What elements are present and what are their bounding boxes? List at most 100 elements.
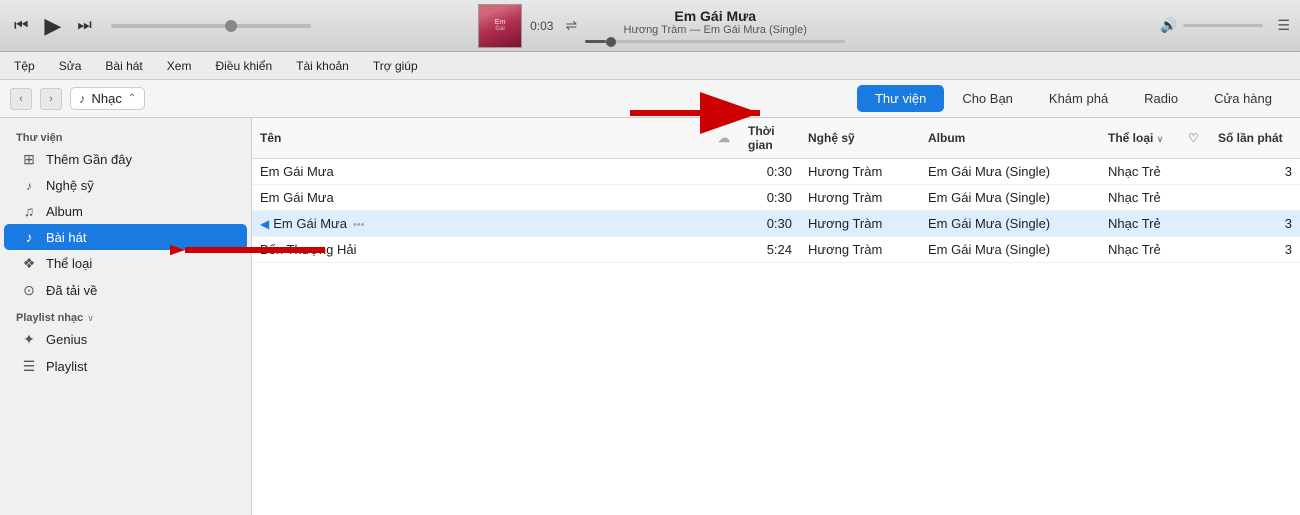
cell-cloud bbox=[710, 237, 740, 263]
library-section-title: Thư viện bbox=[0, 126, 251, 146]
track-time: 0:03 bbox=[530, 19, 553, 33]
tab-cua-hang[interactable]: Cửa hàng bbox=[1196, 85, 1290, 112]
album-art: Em Gái bbox=[478, 4, 522, 48]
sidebar-item-label: Bài hát bbox=[46, 230, 86, 245]
table-row[interactable]: Em Gái Mưa0:30Hương TràmEm Gái Mưa (Sing… bbox=[252, 159, 1300, 185]
content-area: Tên ☁ Thời gian Nghệ sỹ Album Thể loại ∨… bbox=[252, 118, 1300, 515]
genius-icon: ✦ bbox=[20, 331, 38, 348]
cell-genre: Nhạc Trẻ bbox=[1100, 159, 1180, 185]
menu-edit[interactable]: Sửa bbox=[55, 57, 86, 75]
cell-heart bbox=[1180, 185, 1210, 211]
back-button[interactable]: ‹ bbox=[10, 88, 32, 110]
cell-name: Em Gái Mưa bbox=[252, 159, 710, 185]
genre-sort-icon: ∨ bbox=[1157, 134, 1164, 144]
menu-account[interactable]: Tài khoản bbox=[292, 57, 353, 75]
table-row[interactable]: Bến Thượng Hải5:24Hương TràmEm Gái Mưa (… bbox=[252, 237, 1300, 263]
playlist-icon: ☰ bbox=[20, 358, 38, 375]
header-heart[interactable]: ♡ bbox=[1180, 118, 1210, 159]
menu-controls[interactable]: Điều khiển bbox=[211, 57, 276, 75]
shuffle-icon[interactable]: ⇌ bbox=[565, 17, 577, 34]
next-button[interactable]: ⏭ bbox=[73, 13, 95, 39]
list-icon[interactable]: ☰ bbox=[1277, 17, 1290, 34]
sidebar-item-nghe-si[interactable]: ♪ Nghệ sỹ bbox=[4, 173, 247, 198]
volume-bar[interactable] bbox=[1183, 24, 1263, 27]
music-selector[interactable]: ♪ Nhạc ⌃ bbox=[70, 87, 145, 110]
forward-icon: › bbox=[49, 93, 53, 105]
table-row[interactable]: ◀Em Gái Mưa•••0:30Hương TràmEm Gái Mưa (… bbox=[252, 211, 1300, 237]
cell-time: 0:30 bbox=[740, 211, 800, 237]
song-progress-bar[interactable] bbox=[585, 40, 845, 43]
table-row[interactable]: Em Gái Mưa0:30Hương TràmEm Gái Mưa (Sing… bbox=[252, 185, 1300, 211]
header-time[interactable]: Thời gian bbox=[740, 118, 800, 159]
album-icon: ♫ bbox=[20, 203, 38, 219]
cell-artist: Hương Tràm bbox=[800, 159, 920, 185]
cell-name: Bến Thượng Hải bbox=[252, 237, 710, 263]
sidebar-item-da-tai-ve[interactable]: ⊙ Đã tải về bbox=[4, 277, 247, 304]
cell-artist: Hương Tràm bbox=[800, 237, 920, 263]
prev-button[interactable]: ⏮ bbox=[10, 13, 32, 39]
header-name[interactable]: Tên bbox=[252, 118, 710, 159]
header-artist[interactable]: Nghệ sỹ bbox=[800, 118, 920, 159]
header-album[interactable]: Album bbox=[920, 118, 1100, 159]
menu-help[interactable]: Trợ giúp bbox=[369, 57, 422, 75]
cell-album: Em Gái Mưa (Single) bbox=[920, 159, 1100, 185]
nav-bar: ‹ › ♪ Nhạc ⌃ Thư viện Cho Bạn Khám phá R… bbox=[0, 80, 1300, 118]
cell-artist: Hương Tràm bbox=[800, 211, 920, 237]
downloaded-icon: ⊙ bbox=[20, 282, 38, 299]
song-icon: ♪ bbox=[20, 229, 38, 245]
cell-artist: Hương Tràm bbox=[800, 185, 920, 211]
sidebar-item-the-loai[interactable]: ❖ Thể loại bbox=[4, 250, 247, 277]
cell-heart bbox=[1180, 159, 1210, 185]
sidebar-item-label: Thể loại bbox=[46, 256, 92, 271]
now-playing-title: Em Gái Mưa bbox=[674, 8, 756, 24]
sidebar: Thư viện ⊞ Thêm Gần đây ♪ Nghệ sỹ ♫ Albu… bbox=[0, 118, 252, 515]
header-cloud: ☁ bbox=[710, 118, 740, 159]
menu-bar: Tệp Sửa Bài hát Xem Điều khiển Tài khoản… bbox=[0, 52, 1300, 80]
sidebar-item-genius[interactable]: ✦ Genius bbox=[4, 326, 247, 353]
cell-genre: Nhạc Trẻ bbox=[1100, 185, 1180, 211]
cell-cloud bbox=[710, 211, 740, 237]
main-layout: Thư viện ⊞ Thêm Gần đây ♪ Nghệ sỹ ♫ Albu… bbox=[0, 118, 1300, 515]
cell-album: Em Gái Mưa (Single) bbox=[920, 237, 1100, 263]
volume-icon: 🔊 bbox=[1160, 17, 1177, 34]
cell-album: Em Gái Mưa (Single) bbox=[920, 211, 1100, 237]
sidebar-item-album[interactable]: ♫ Album bbox=[4, 198, 247, 224]
cell-heart bbox=[1180, 237, 1210, 263]
header-genre[interactable]: Thể loại ∨ bbox=[1100, 118, 1180, 159]
add-recent-icon: ⊞ bbox=[20, 151, 38, 168]
menu-view[interactable]: Xem bbox=[163, 57, 196, 75]
music-note-icon: ♪ bbox=[79, 91, 86, 106]
dropdown-arrow-icon: ⌃ bbox=[128, 93, 136, 104]
tab-kham-pha[interactable]: Khám phá bbox=[1031, 85, 1126, 112]
right-controls: 🔊 ☰ bbox=[1160, 17, 1290, 34]
sidebar-item-playlist[interactable]: ☰ Playlist bbox=[4, 353, 247, 380]
volume-slider[interactable] bbox=[111, 24, 311, 28]
menu-file[interactable]: Tệp bbox=[10, 57, 39, 75]
top-nav-tabs: Thư viện Cho Bạn Khám phá Radio Cửa hàng bbox=[857, 85, 1290, 112]
heart-icon: ♡ bbox=[1188, 131, 1199, 145]
sidebar-item-label: Đã tải về bbox=[46, 283, 97, 298]
player-bar: ⏮ ▶ ⏭ Em Gái 0:03 ⇌ Em Gái Mưa Hương Trà… bbox=[0, 0, 1300, 52]
forward-button[interactable]: › bbox=[40, 88, 62, 110]
cloud-header-icon: ☁ bbox=[718, 131, 730, 145]
header-plays[interactable]: Số lần phát bbox=[1210, 118, 1300, 159]
playlist-section-header[interactable]: Playlist nhạc ∨ bbox=[0, 304, 251, 326]
tab-radio[interactable]: Radio bbox=[1126, 85, 1196, 112]
menu-song[interactable]: Bài hát bbox=[101, 57, 146, 75]
sidebar-item-label: Album bbox=[46, 204, 83, 219]
cell-heart bbox=[1180, 211, 1210, 237]
playlist-chevron-icon: ∨ bbox=[87, 313, 94, 324]
sidebar-item-label: Playlist bbox=[46, 359, 87, 374]
sidebar-item-label: Genius bbox=[46, 332, 87, 347]
play-button[interactable]: ▶ bbox=[40, 9, 65, 43]
player-controls: ⏮ ▶ ⏭ bbox=[10, 9, 96, 43]
cell-plays: 3 bbox=[1210, 237, 1300, 263]
sidebar-item-bai-hat[interactable]: ♪ Bài hát bbox=[4, 224, 247, 250]
tab-thu-vien[interactable]: Thư viện bbox=[857, 85, 944, 112]
sidebar-item-label: Nghệ sỹ bbox=[46, 178, 94, 193]
cell-time: 0:30 bbox=[740, 185, 800, 211]
sidebar-item-them-gan-day[interactable]: ⊞ Thêm Gần đây bbox=[4, 146, 247, 173]
tab-cho-ban[interactable]: Cho Bạn bbox=[944, 85, 1031, 112]
song-info: Em Gái Mưa Hương Tràm — Em Gái Mưa (Sing… bbox=[585, 8, 845, 43]
artist-icon: ♪ bbox=[20, 179, 38, 193]
